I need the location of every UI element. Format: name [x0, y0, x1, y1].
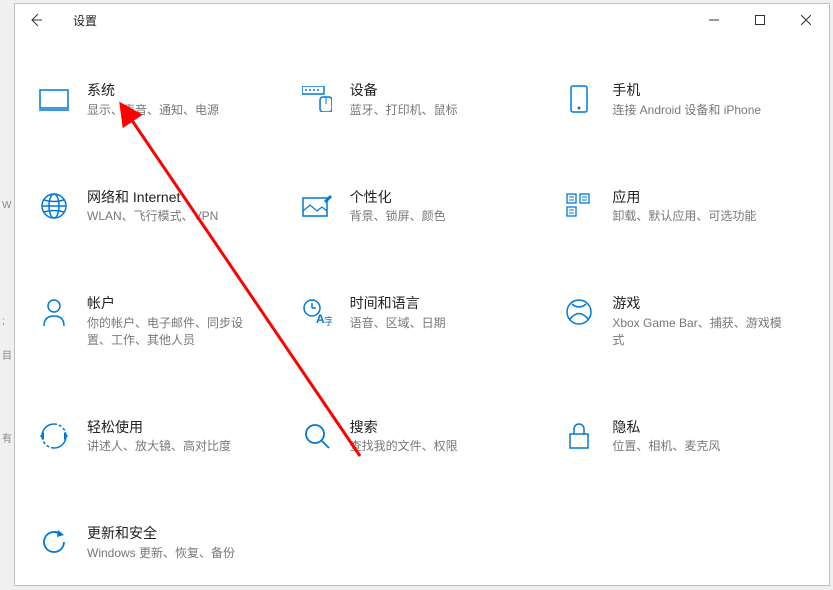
system-icon	[37, 82, 71, 116]
item-title: 游戏	[612, 295, 782, 312]
item-title: 搜索	[350, 419, 458, 436]
item-title: 网络和 Internet	[87, 189, 218, 206]
minimize-button[interactable]	[691, 4, 737, 36]
setting-item-search[interactable]: 搜索 查找我的文件、权限	[294, 413, 551, 462]
setting-item-system[interactable]: 系统 显示、声音、通知、电源	[31, 76, 288, 125]
item-subtitle: 查找我的文件、权限	[350, 438, 458, 455]
settings-window: 设置 系统 显示、声音、通知、电源	[14, 3, 830, 586]
item-subtitle: 卸载、默认应用、可选功能	[612, 208, 756, 225]
item-subtitle: 语音、区域、日期	[350, 315, 446, 332]
window-title: 设置	[73, 12, 97, 29]
search-icon	[300, 419, 334, 453]
xbox-icon	[562, 295, 596, 329]
devices-icon	[300, 82, 334, 116]
arrow-left-icon	[28, 12, 44, 28]
item-subtitle: 你的帐户、电子邮件、同步设置、工作、其他人员	[87, 315, 257, 349]
item-title: 更新和安全	[87, 525, 235, 542]
globe-icon	[37, 189, 71, 223]
item-title: 应用	[612, 189, 756, 206]
person-icon	[37, 295, 71, 329]
setting-item-privacy[interactable]: 隐私 位置、相机、麦克风	[556, 413, 813, 462]
item-title: 手机	[612, 82, 761, 99]
item-subtitle: WLAN、飞行模式、VPN	[87, 208, 218, 225]
item-subtitle: Windows 更新、恢复、备份	[87, 545, 235, 562]
setting-item-apps[interactable]: 应用 卸载、默认应用、可选功能	[556, 183, 813, 232]
setting-item-devices[interactable]: 设备 蓝牙、打印机、鼠标	[294, 76, 551, 125]
lock-icon	[562, 419, 596, 453]
item-title: 帐户	[87, 295, 257, 312]
item-title: 轻松使用	[87, 419, 231, 436]
setting-item-accounts[interactable]: 帐户 你的帐户、电子邮件、同步设置、工作、其他人员	[31, 289, 288, 354]
setting-item-personalization[interactable]: 个性化 背景、锁屏、颜色	[294, 183, 551, 232]
item-title: 个性化	[350, 189, 446, 206]
window-controls	[691, 4, 829, 36]
item-subtitle: 讲述人、放大镜、高对比度	[87, 438, 231, 455]
titlebar: 设置	[15, 4, 829, 36]
setting-item-phone[interactable]: 手机 连接 Android 设备和 iPhone	[556, 76, 813, 125]
setting-item-time-language[interactable]: A字 时间和语言 语音、区域、日期	[294, 289, 551, 354]
update-icon	[37, 525, 71, 559]
settings-grid: 系统 显示、声音、通知、电源 设备 蓝牙、打印机、鼠标 手机 连接 Androi…	[15, 36, 829, 568]
close-icon	[801, 15, 811, 25]
item-subtitle: Xbox Game Bar、捕获、游戏模式	[612, 315, 782, 349]
ease-icon	[37, 419, 71, 453]
minimize-icon	[709, 15, 719, 25]
item-subtitle: 位置、相机、麦克风	[612, 438, 720, 455]
setting-item-ease-of-access[interactable]: 轻松使用 讲述人、放大镜、高对比度	[31, 413, 288, 462]
phone-icon	[562, 82, 596, 116]
setting-item-network[interactable]: 网络和 Internet WLAN、飞行模式、VPN	[31, 183, 288, 232]
svg-text:字: 字	[324, 315, 332, 326]
item-title: 时间和语言	[350, 295, 446, 312]
personalization-icon	[300, 189, 334, 223]
item-title: 系统	[87, 82, 219, 99]
item-title: 隐私	[612, 419, 720, 436]
setting-item-update[interactable]: 更新和安全 Windows 更新、恢复、备份	[31, 519, 288, 568]
item-subtitle: 显示、声音、通知、电源	[87, 102, 219, 119]
maximize-button[interactable]	[737, 4, 783, 36]
apps-icon	[562, 189, 596, 223]
background-partial: W ; 目 有	[0, 0, 14, 590]
setting-item-gaming[interactable]: 游戏 Xbox Game Bar、捕获、游戏模式	[556, 289, 813, 354]
item-subtitle: 蓝牙、打印机、鼠标	[350, 102, 458, 119]
close-button[interactable]	[783, 4, 829, 36]
item-title: 设备	[350, 82, 458, 99]
item-subtitle: 背景、锁屏、颜色	[350, 208, 446, 225]
item-subtitle: 连接 Android 设备和 iPhone	[612, 102, 761, 119]
maximize-icon	[755, 15, 765, 25]
time-language-icon: A字	[300, 295, 334, 329]
back-button[interactable]	[15, 4, 57, 36]
